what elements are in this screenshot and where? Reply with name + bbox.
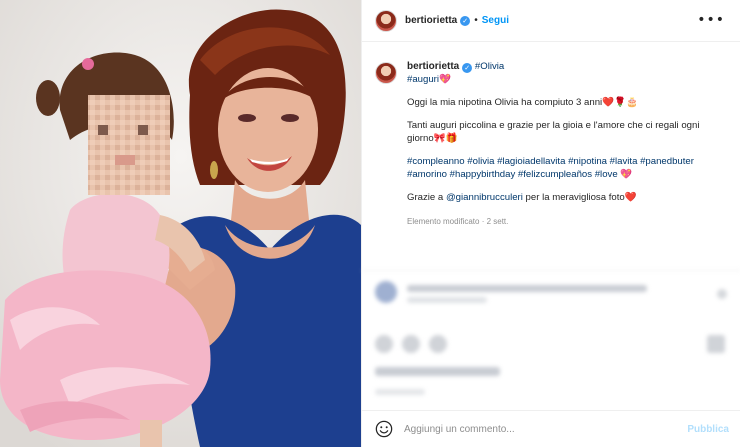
caption-thanks-suffix: per la meravigliosa foto❤️ <box>522 192 637 203</box>
emoji-smiley-icon[interactable] <box>375 420 393 438</box>
avatar[interactable] <box>375 9 397 32</box>
mention-link[interactable]: @giannibrucculeri <box>446 192 523 203</box>
publish-button[interactable]: Pubblica <box>687 424 729 435</box>
post-header: bertiorietta ✓ • Segui ••• <box>362 0 740 42</box>
comment-bar: Pubblica <box>362 410 740 447</box>
header-username[interactable]: bertiorietta <box>405 15 457 26</box>
hashtag-auguri-link[interactable]: #auguri💖 <box>407 74 451 85</box>
caption-hashtags-link[interactable]: #compleanno #olivia #lagioiadellavita #n… <box>407 156 694 180</box>
instagram-post-modal: bertiorietta ✓ • Segui ••• bertiorietta ✓… <box>0 0 740 447</box>
follow-button[interactable]: Segui <box>482 15 509 26</box>
caption-line-1: Oggi la mia nipotina Olivia ha compiuto … <box>407 97 639 108</box>
post-side-panel: bertiorietta ✓ • Segui ••• bertiorietta ✓… <box>361 0 740 447</box>
caption-thanks-prefix: Grazie a <box>407 192 446 203</box>
caption-username[interactable]: bertiorietta <box>407 61 459 72</box>
post-photo[interactable] <box>0 0 361 447</box>
verified-icon: ✓ <box>460 15 471 26</box>
caption-text: bertiorietta ✓ #Olivia #auguri💖 Oggi la m… <box>407 60 727 228</box>
caption-line-2: Tanti auguri piccolina e grazie per la g… <box>407 120 700 144</box>
post-caption: bertiorietta ✓ #Olivia #auguri💖 Oggi la m… <box>375 60 730 228</box>
comment-input[interactable] <box>404 423 654 435</box>
blurred-comments-area <box>362 270 740 410</box>
caption-avatar[interactable] <box>375 62 397 84</box>
hashtag-olivia-link[interactable]: #Olivia <box>475 61 504 72</box>
caption-verified-icon: ✓ <box>462 63 473 73</box>
header-separator: • <box>474 15 478 26</box>
photo-illustration <box>0 0 361 447</box>
edited-timestamp: Elemento modificato · 2 sett. <box>407 217 509 226</box>
more-options-icon[interactable]: ••• <box>697 12 725 28</box>
